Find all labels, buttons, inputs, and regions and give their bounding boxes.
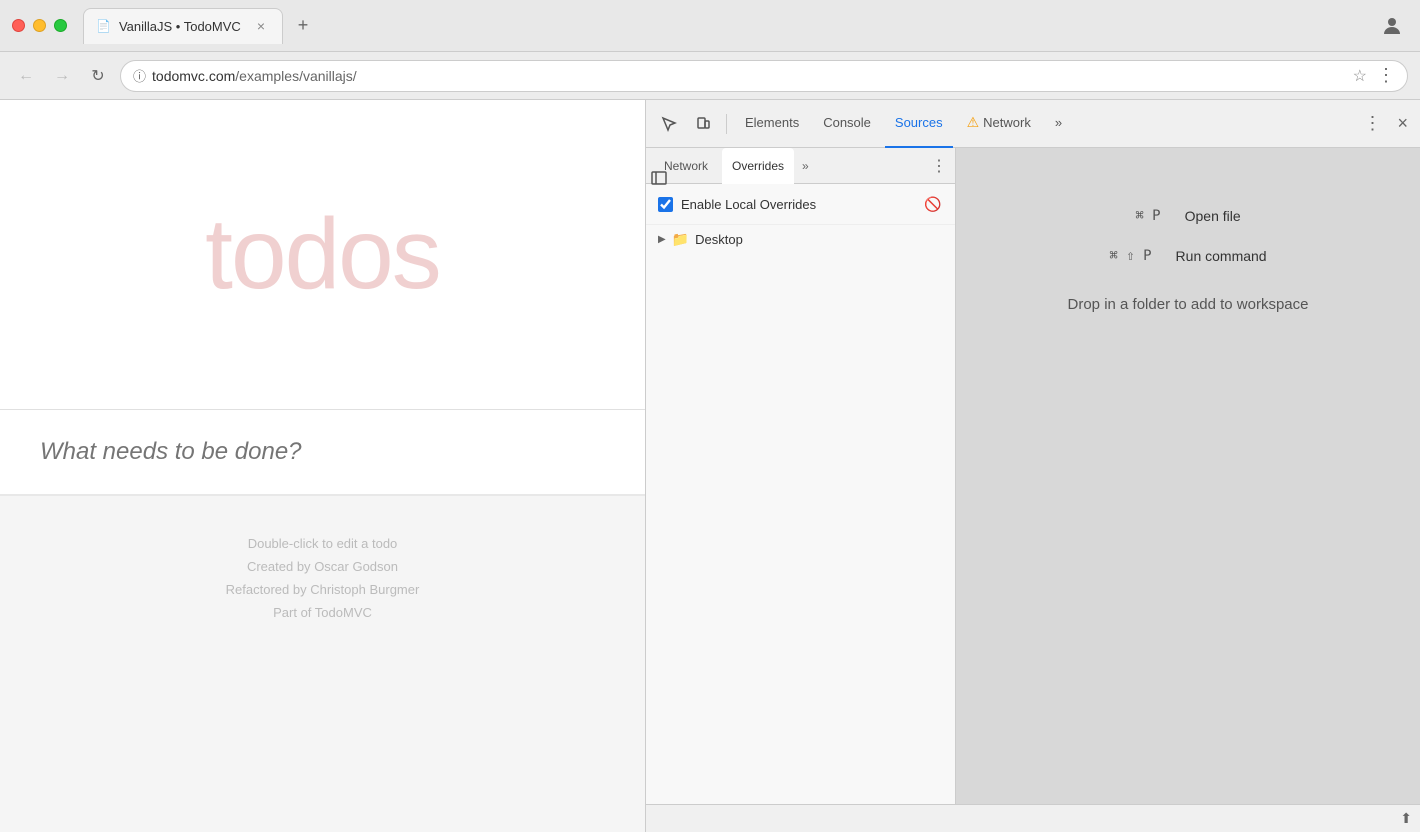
tab-console[interactable]: Console bbox=[813, 100, 881, 148]
maximize-window-button[interactable] bbox=[54, 19, 67, 32]
devtools-separator bbox=[726, 114, 727, 134]
address-bar: ← → ↻ ⓘ todomvc.com/examples/vanillajs/ … bbox=[0, 52, 1420, 100]
browser-tab[interactable]: 📄 VanillaJS • TodoMVC × bbox=[83, 8, 283, 44]
devtools-left-panel: Network Overrides » ⋮ Enable Local Overr… bbox=[646, 148, 956, 804]
clear-overrides-button[interactable]: 🚫 bbox=[923, 194, 943, 214]
inspect-element-button[interactable] bbox=[654, 109, 684, 139]
footer-created-text: Created by bbox=[247, 559, 311, 574]
footer-hint: Double-click to edit a todo bbox=[248, 536, 398, 551]
webpage-header: todos bbox=[0, 100, 645, 410]
webpage: todos Double-click to edit a todo Create… bbox=[0, 100, 645, 832]
secure-icon: ⓘ bbox=[133, 66, 146, 85]
tab-title: VanillaJS • TodoMVC bbox=[119, 19, 244, 34]
shortcut-open-file: ⌘ P Open file bbox=[1135, 208, 1240, 224]
footer-refactored-line: Refactored by Christoph Burgmer bbox=[226, 582, 420, 597]
warning-icon: ⚠ bbox=[967, 114, 980, 131]
footer-part-text: Part of bbox=[273, 605, 311, 620]
tab-favicon: 📄 bbox=[96, 19, 111, 33]
footer-todomvc-name: TodoMVC bbox=[315, 605, 372, 620]
todo-input[interactable] bbox=[40, 430, 605, 474]
footer-part-line: Part of TodoMVC bbox=[273, 605, 372, 620]
title-bar: 📄 VanillaJS • TodoMVC × + bbox=[0, 0, 1420, 52]
footer-created-line: Created by Oscar Godson bbox=[247, 559, 398, 574]
enable-overrides-label: Enable Local Overrides bbox=[681, 197, 816, 212]
devtools-dots-menu[interactable]: ⋮ bbox=[1355, 113, 1389, 134]
footer-refactorer-name: Christoph Burgmer bbox=[310, 582, 419, 597]
address-menu-icon[interactable]: ⋮ bbox=[1377, 65, 1395, 86]
footer-creator-name: Oscar Godson bbox=[314, 559, 398, 574]
refresh-icon: ↻ bbox=[91, 66, 104, 86]
tab-bar: 📄 VanillaJS • TodoMVC × + bbox=[83, 8, 1368, 44]
minimize-window-button[interactable] bbox=[33, 19, 46, 32]
subtab-overrides[interactable]: Overrides bbox=[722, 148, 794, 184]
shortcut-run-command: ⌘ ⇧ P Run command bbox=[1109, 248, 1266, 264]
close-window-button[interactable] bbox=[12, 19, 25, 32]
forward-button[interactable]: → bbox=[48, 62, 76, 90]
back-button[interactable]: ← bbox=[12, 62, 40, 90]
todos-title: todos bbox=[205, 197, 440, 312]
devtools-close-button[interactable]: × bbox=[1393, 113, 1412, 134]
tab-sources[interactable]: Sources bbox=[885, 100, 953, 148]
enable-overrides-checkbox[interactable] bbox=[658, 197, 673, 212]
folder-icon: 📁 bbox=[672, 231, 689, 248]
expand-arrow-icon: ▶ bbox=[658, 234, 666, 245]
bookmark-icon[interactable]: ☆ bbox=[1353, 66, 1367, 86]
forward-icon: → bbox=[54, 67, 70, 85]
open-file-label: Open file bbox=[1185, 208, 1241, 224]
file-tree-item-desktop[interactable]: ▶ 📁 Desktop bbox=[646, 225, 955, 254]
bottom-icon[interactable]: ⬆ bbox=[1400, 810, 1412, 827]
devtools-bottom-bar: ⬆ bbox=[646, 804, 1420, 832]
url-text: todomvc.com/examples/vanillajs/ bbox=[152, 68, 1343, 84]
profile-icon[interactable] bbox=[1376, 10, 1408, 42]
footer-refactored-text: Refactored by bbox=[226, 582, 307, 597]
devtools-topbar: Elements Console Sources ⚠ Network » ⋮ × bbox=[646, 100, 1420, 148]
url-domain: todomvc.com bbox=[152, 68, 235, 84]
browser-content: todos Double-click to edit a todo Create… bbox=[0, 100, 1420, 832]
tab-network[interactable]: ⚠ Network bbox=[957, 100, 1041, 148]
refresh-button[interactable]: ↻ bbox=[84, 62, 112, 90]
back-icon: ← bbox=[18, 67, 34, 85]
run-command-label: Run command bbox=[1176, 248, 1267, 264]
subtab-more-button[interactable]: » bbox=[802, 159, 809, 173]
new-tab-button[interactable]: + bbox=[287, 10, 319, 42]
devtools-panel: Elements Console Sources ⚠ Network » ⋮ × bbox=[645, 100, 1420, 832]
drop-folder-hint: Drop in a folder to add to workspace bbox=[1068, 296, 1309, 313]
devtools-right-panel: ⌘ P Open file ⌘ ⇧ P Run command Drop in … bbox=[956, 148, 1420, 804]
url-path: /examples/vanillajs/ bbox=[235, 68, 356, 84]
address-input[interactable]: ⓘ todomvc.com/examples/vanillajs/ ☆ ⋮ bbox=[120, 60, 1408, 92]
webpage-footer-area: Double-click to edit a todo Created by O… bbox=[0, 496, 645, 832]
traffic-lights bbox=[12, 19, 67, 32]
enable-overrides-row: Enable Local Overrides 🚫 bbox=[646, 184, 955, 225]
clear-icon: 🚫 bbox=[924, 196, 941, 213]
devtools-panels: Network Overrides » ⋮ Enable Local Overr… bbox=[646, 148, 1420, 804]
browser-window: 📄 VanillaJS • TodoMVC × + ← → ↻ ⓘ todomv… bbox=[0, 0, 1420, 832]
folder-name: Desktop bbox=[695, 232, 743, 247]
subtab-menu-button[interactable]: ⋮ bbox=[931, 156, 947, 176]
devtools-subtabs: Network Overrides » ⋮ bbox=[646, 148, 955, 184]
panel-toggle-button[interactable] bbox=[646, 164, 673, 192]
tab-elements[interactable]: Elements bbox=[735, 100, 809, 148]
devtools-more-actions: ⋮ × bbox=[1355, 113, 1412, 134]
open-file-key: ⌘ P bbox=[1135, 208, 1160, 224]
tab-close-button[interactable]: × bbox=[252, 17, 270, 35]
device-toggle-button[interactable] bbox=[688, 109, 718, 139]
webpage-input-area bbox=[0, 410, 645, 496]
file-tree: ▶ 📁 Desktop bbox=[646, 225, 955, 804]
tab-more[interactable]: » bbox=[1045, 100, 1072, 148]
run-command-key: ⌘ ⇧ P bbox=[1109, 248, 1151, 264]
